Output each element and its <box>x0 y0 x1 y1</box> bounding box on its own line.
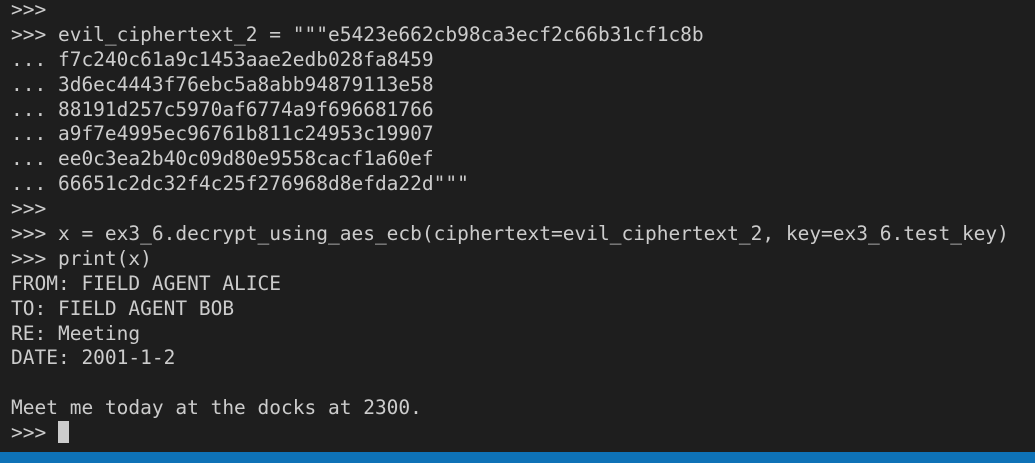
status-bar <box>0 452 1035 463</box>
terminal-line: >>> <box>11 197 47 221</box>
terminal-line: >>> evil_ciphertext_2 = """e5423e662cb98… <box>11 22 704 46</box>
terminal-line: TO: FIELD AGENT BOB <box>11 296 235 320</box>
terminal-line: >>> <box>11 0 47 21</box>
terminal-prompt: >>> <box>11 421 58 445</box>
terminal-line: RE: Meeting <box>11 321 141 345</box>
terminal-input-line[interactable]: >>> <box>11 421 1009 446</box>
terminal-line: Meet me today at the docks at 2300. <box>11 396 422 420</box>
terminal-line: DATE: 2001-1-2 <box>11 346 176 370</box>
terminal-line: ... 3d6ec4443f76ebc5a8abb94879113e58 <box>11 72 434 96</box>
terminal-line: >>> x = ex3_6.decrypt_using_aes_ecb(ciph… <box>11 222 1009 246</box>
terminal-line: ... f7c240c61a9c1453aae2edb028fa8459 <box>11 47 434 71</box>
terminal-line: ... 88191d257c5970af6774a9f696681766 <box>11 97 434 121</box>
terminal-line: ... ee0c3ea2b40c09d80e9558cacf1a60ef <box>11 147 434 171</box>
terminal-line: >>> print(x) <box>11 246 152 270</box>
terminal-line: ... a9f7e4995ec96761b811c24953c19907 <box>11 122 434 146</box>
terminal-line: FROM: FIELD AGENT ALICE <box>11 271 282 295</box>
terminal-output: >>> >>> evil_ciphertext_2 = """e5423e662… <box>11 0 1009 446</box>
terminal-line: ... 66651c2dc32f4c25f276968d8efda22d""" <box>11 172 469 196</box>
terminal-cursor <box>57 421 69 444</box>
terminal-panel[interactable]: >>> >>> evil_ciphertext_2 = """e5423e662… <box>0 0 1035 452</box>
